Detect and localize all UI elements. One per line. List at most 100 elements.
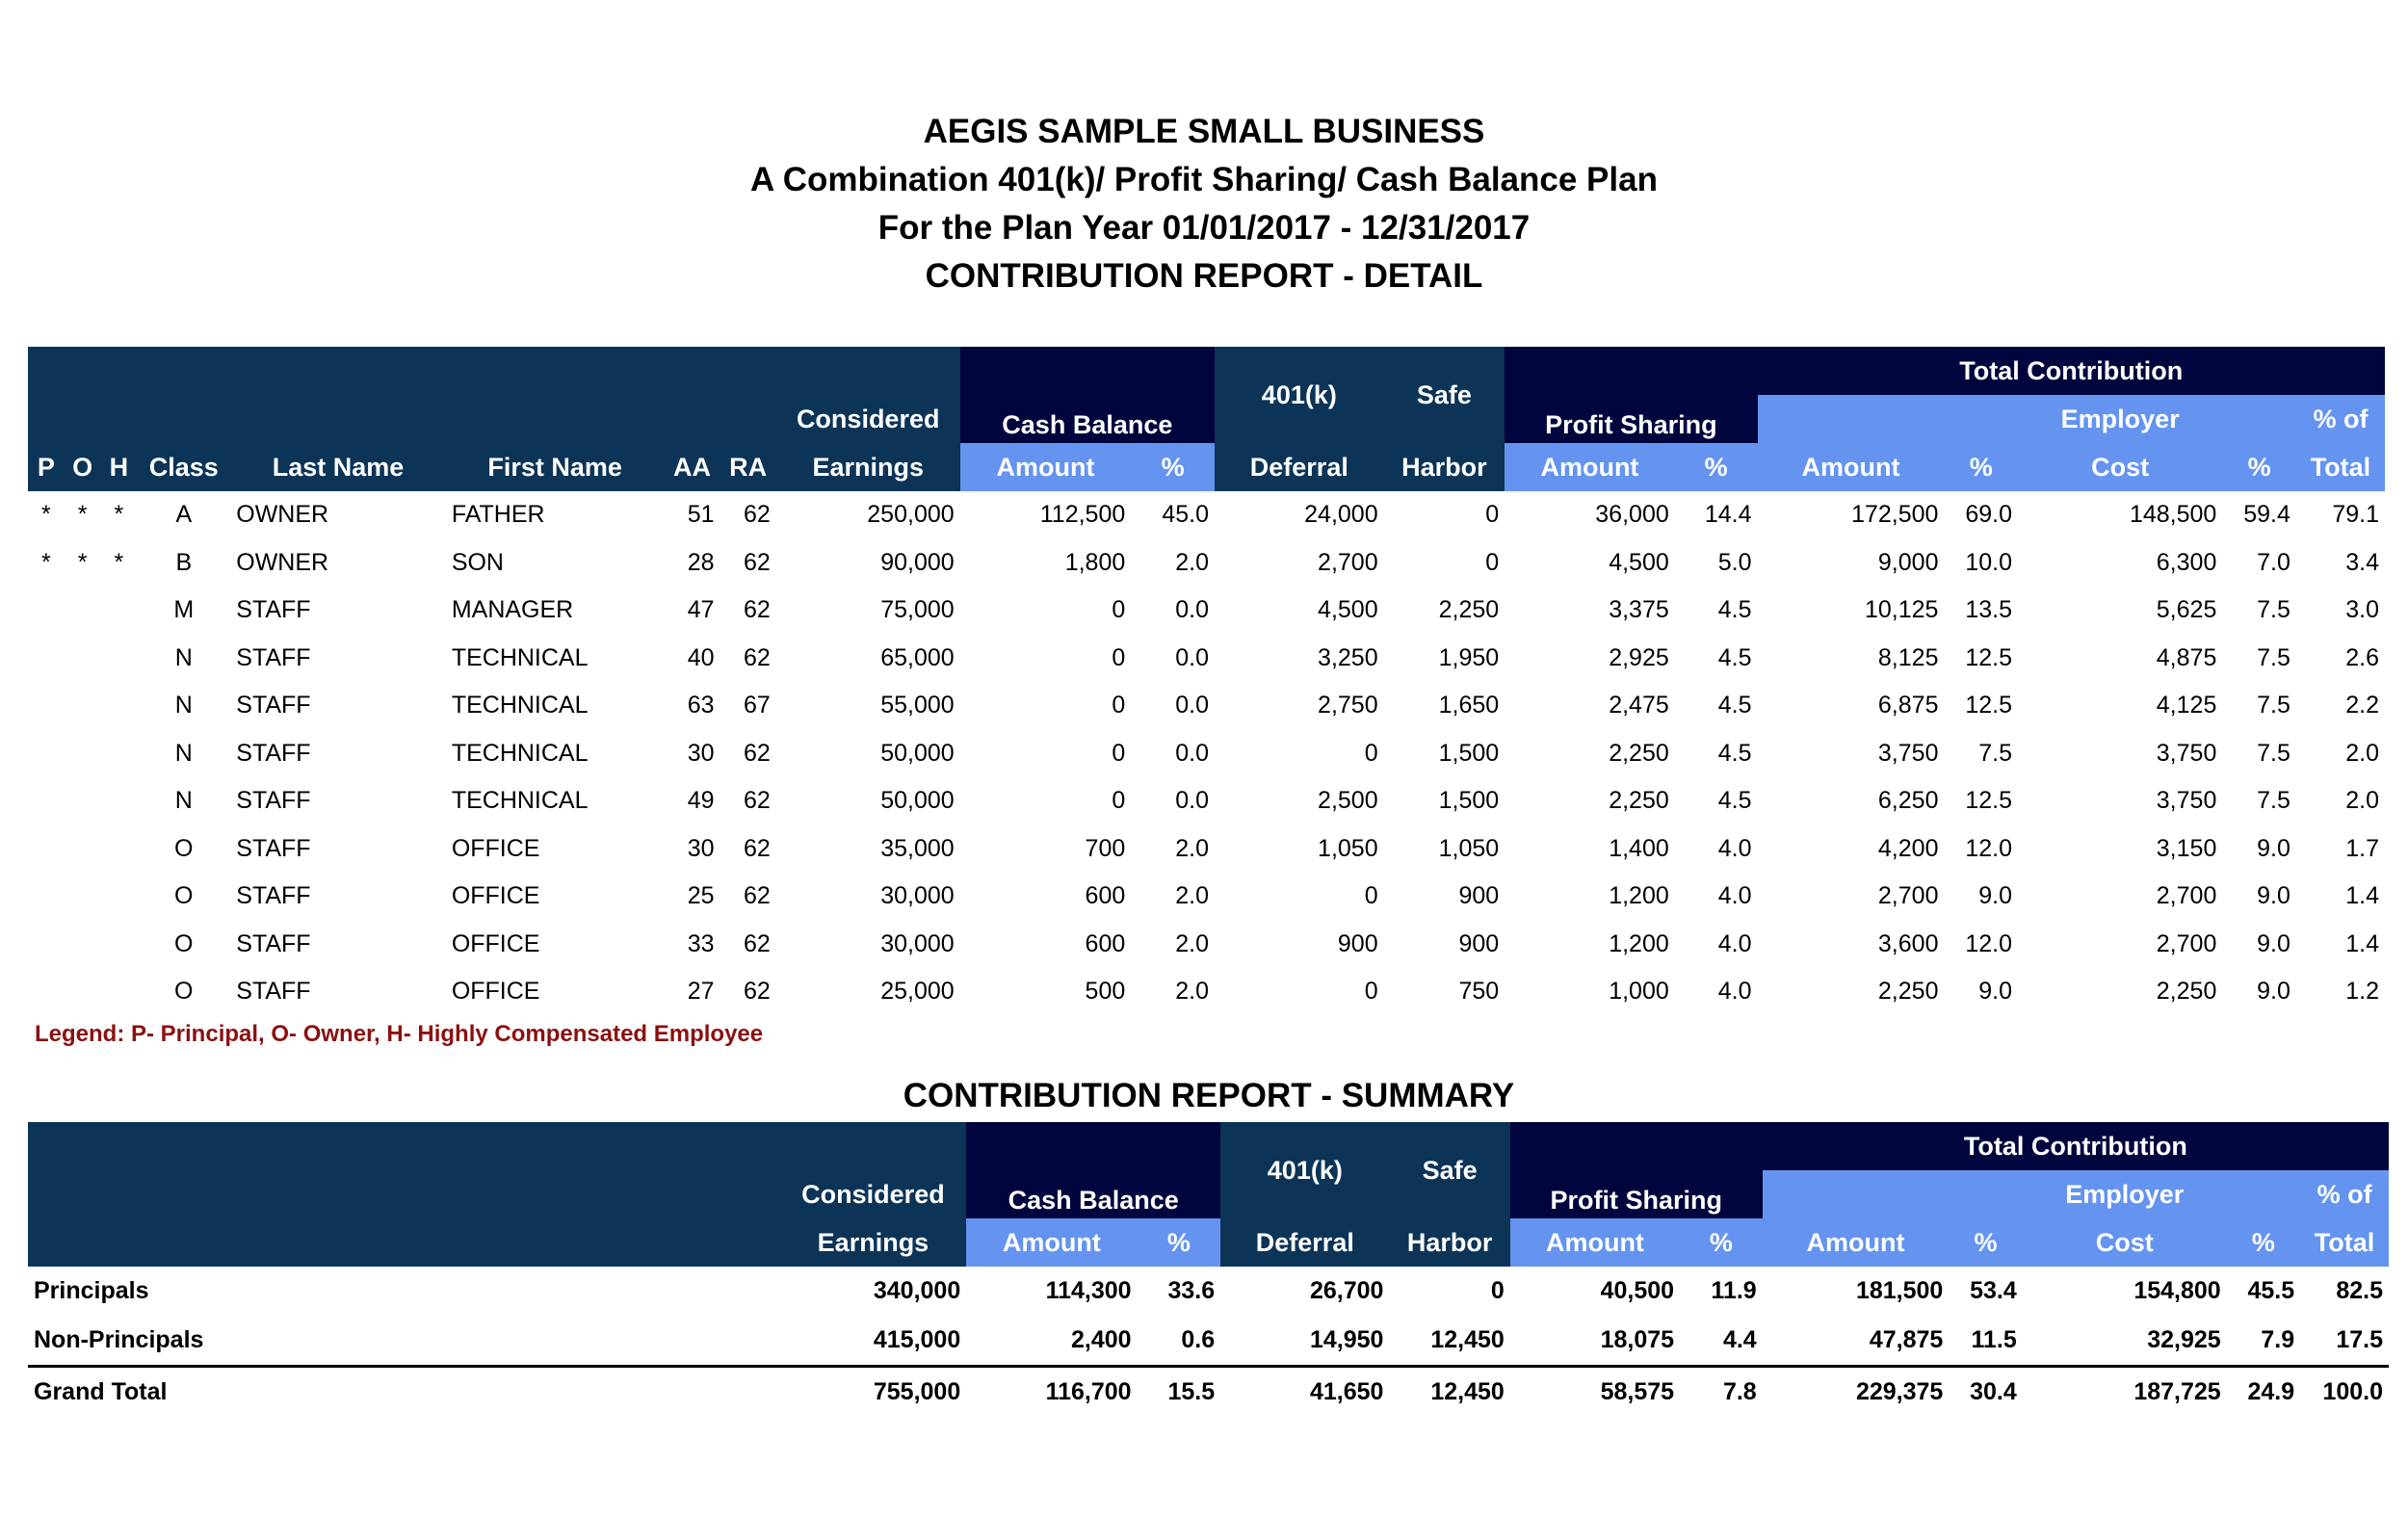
profit-sharing-pct-cell: 4.5	[1717, 692, 1752, 719]
safe-harbor-cell: 12,450	[1389, 1365, 1510, 1417]
earnings-cell: 25,000	[880, 978, 955, 1006]
sum-considered-header: Considered	[779, 1170, 967, 1218]
first-name-cell: MANAGER	[451, 596, 574, 624]
safe-header: Safe	[1383, 347, 1505, 443]
h-marker: *	[114, 501, 124, 529]
cash-balance-amount-cell: 114,300	[1045, 1277, 1132, 1304]
p-marker: *	[41, 501, 51, 529]
safe-harbor-cell: 1,500	[1438, 739, 1500, 767]
o-marker	[65, 587, 101, 635]
detail-report-title: CONTRIBUTION REPORT - DETAIL	[925, 257, 1483, 295]
profit-sharing-pct-cell: 4.5	[1717, 596, 1752, 624]
cash-balance-amount-cell: 600	[1085, 882, 1126, 910]
ra-header: RA	[720, 443, 776, 491]
employer-pct-cell: 7.9	[2261, 1326, 2295, 1353]
employer-cost-cell: 4,125	[2156, 692, 2217, 719]
detail-row: * * * A OWNER FATHER 51 62 250,000 112,500 45.0 24,…	[28, 491, 2385, 539]
deferral-cell: 2,750	[1318, 692, 1378, 719]
aa-header: AA	[664, 443, 720, 491]
detail-row: N STAFF TECHNICAL 40 62 65,000 0 0.0 3,250 1,950 2…	[28, 635, 2385, 683]
cash-balance-pct-cell: 0.6	[1181, 1326, 1216, 1353]
class-cell: N	[174, 692, 193, 719]
detail-header-row-1: Cash Balance 401(k) Safe Profit Sharing …	[28, 347, 2385, 443]
pct-of-total-cell: 100.0	[2300, 1365, 2389, 1417]
legend-text: Legend: P- Principal, O- Owner, H- Highl…	[35, 1021, 764, 1047]
safe-harbor-cell: 1,650	[1438, 692, 1500, 719]
summary-label-cell: Non-Principals	[34, 1326, 204, 1353]
report-title-block: AEGIS SAMPLE SMALL BUSINESS A Combinatio…	[0, 108, 2408, 301]
ra-cell: 62	[743, 834, 771, 862]
deferral-cell: 0	[1364, 882, 1378, 910]
employer-cost-cell: 2,700	[2156, 882, 2217, 910]
sum-total-contribution-header: Total Contribution	[1762, 1122, 2389, 1170]
employer-pct-cell: 9.0	[2257, 882, 2290, 910]
detail-header-row-3: P O H Class Last Name First Name AA RA E…	[28, 443, 2385, 491]
employer-cost-cell: 148,500	[2129, 501, 2217, 529]
profit-sharing-amount-cell: 18,075	[1600, 1326, 1675, 1353]
employer-pct-cell: 7.5	[2257, 739, 2290, 767]
total-contribution-pct-cell: 9.0	[1978, 978, 2013, 1006]
pct-of-total-cell: 17.5	[2336, 1326, 2383, 1353]
sum-pct-of-header: % of	[2300, 1170, 2389, 1218]
p-header: P	[28, 443, 65, 491]
ra-cell: 62	[743, 787, 771, 815]
pct-of-total-cell: 2.0	[2345, 739, 2379, 767]
summary-row: Non-Principals 415,000 2,400 0.6 14,950 12,45…	[28, 1316, 2389, 1367]
safe-harbor-cell: 0	[1490, 1277, 1505, 1304]
cash-balance-amount-cell: 0	[1112, 787, 1126, 815]
profit-sharing-amount-cell: 1,400	[1609, 834, 1669, 862]
class-cell: N	[174, 643, 193, 671]
detail-body: * * * A OWNER FATHER 51 62 250,000 112,500 45.0 24,…	[28, 491, 2385, 1016]
total-contribution-amount-cell: 4,200	[1877, 834, 1939, 862]
detail-table: Cash Balance 401(k) Safe Profit Sharing …	[28, 347, 2385, 1016]
first-name-cell: TECHNICAL	[451, 692, 589, 719]
cash-balance-pct-cell: 0.0	[1175, 643, 1210, 671]
employer-cost-header: Cost	[2018, 443, 2223, 491]
p-marker	[28, 921, 65, 969]
considered-header: Considered	[775, 395, 960, 443]
total-contribution-amount-cell: 172,500	[1851, 501, 1939, 529]
ra-cell: 67	[743, 692, 771, 719]
o-marker	[65, 825, 101, 874]
o-marker	[65, 635, 101, 683]
cash-balance-header: Cash Balance	[959, 347, 1216, 443]
pct-of-total-cell: 82.5	[2336, 1277, 2383, 1304]
sum-k401-header: 401(k)	[1220, 1122, 1390, 1218]
class-cell: O	[174, 882, 194, 910]
earnings-cell: 35,000	[880, 834, 955, 862]
o-header: O	[64, 443, 101, 491]
last-name-cell: OWNER	[236, 548, 329, 576]
earnings-cell: 30,000	[880, 929, 955, 957]
employer-pct-cell: 45.5	[2247, 1277, 2295, 1304]
deferral-cell: 0	[1364, 739, 1378, 767]
sum-profit-sharing-header: Profit Sharing	[1509, 1122, 1763, 1218]
p-marker	[28, 777, 65, 825]
summary-table: Cash Balance 401(k) Safe Profit Sharing …	[28, 1122, 2389, 1417]
employer-pct-cell: 7.5	[2257, 596, 2290, 624]
profit-sharing-pct-cell: 4.4	[1722, 1326, 1757, 1353]
h-marker	[101, 825, 138, 874]
total-contribution-pct-cell: 9.0	[1978, 882, 2013, 910]
safe-harbor-cell: 900	[1458, 929, 1500, 957]
aa-cell: 40	[687, 643, 715, 671]
pct-of-total-cell: 3.0	[2345, 596, 2379, 624]
profit-sharing-pct-cell: 7.8	[1680, 1365, 1763, 1417]
pct-of-total-cell: 2.6	[2345, 643, 2379, 671]
first-name-header: First Name	[445, 443, 665, 491]
safe-harbor-cell: 0	[1485, 501, 1500, 529]
p-marker	[28, 873, 65, 921]
profit-sharing-pct-cell: 5.0	[1717, 548, 1752, 576]
sum-ps-pct-header: %	[1680, 1218, 1763, 1267]
profit-sharing-amount-cell: 58,575	[1509, 1365, 1681, 1417]
o-marker	[65, 921, 101, 969]
last-name-cell: STAFF	[236, 978, 311, 1006]
summary-row: Principals 340,000 114,300 33.6 26,700 0 40,50…	[28, 1267, 2389, 1316]
last-name-cell: STAFF	[236, 882, 311, 910]
employer-pct-cell: 7.0	[2257, 548, 2290, 576]
detail-row: N STAFF TECHNICAL 63 67 55,000 0 0.0 2,750 1,650 2…	[28, 682, 2385, 730]
aa-cell: 25	[687, 882, 715, 910]
o-marker	[65, 873, 101, 921]
pct-total-header: Total	[2295, 443, 2385, 491]
deferral-cell: 24,000	[1304, 501, 1378, 529]
class-cell: O	[174, 978, 194, 1006]
